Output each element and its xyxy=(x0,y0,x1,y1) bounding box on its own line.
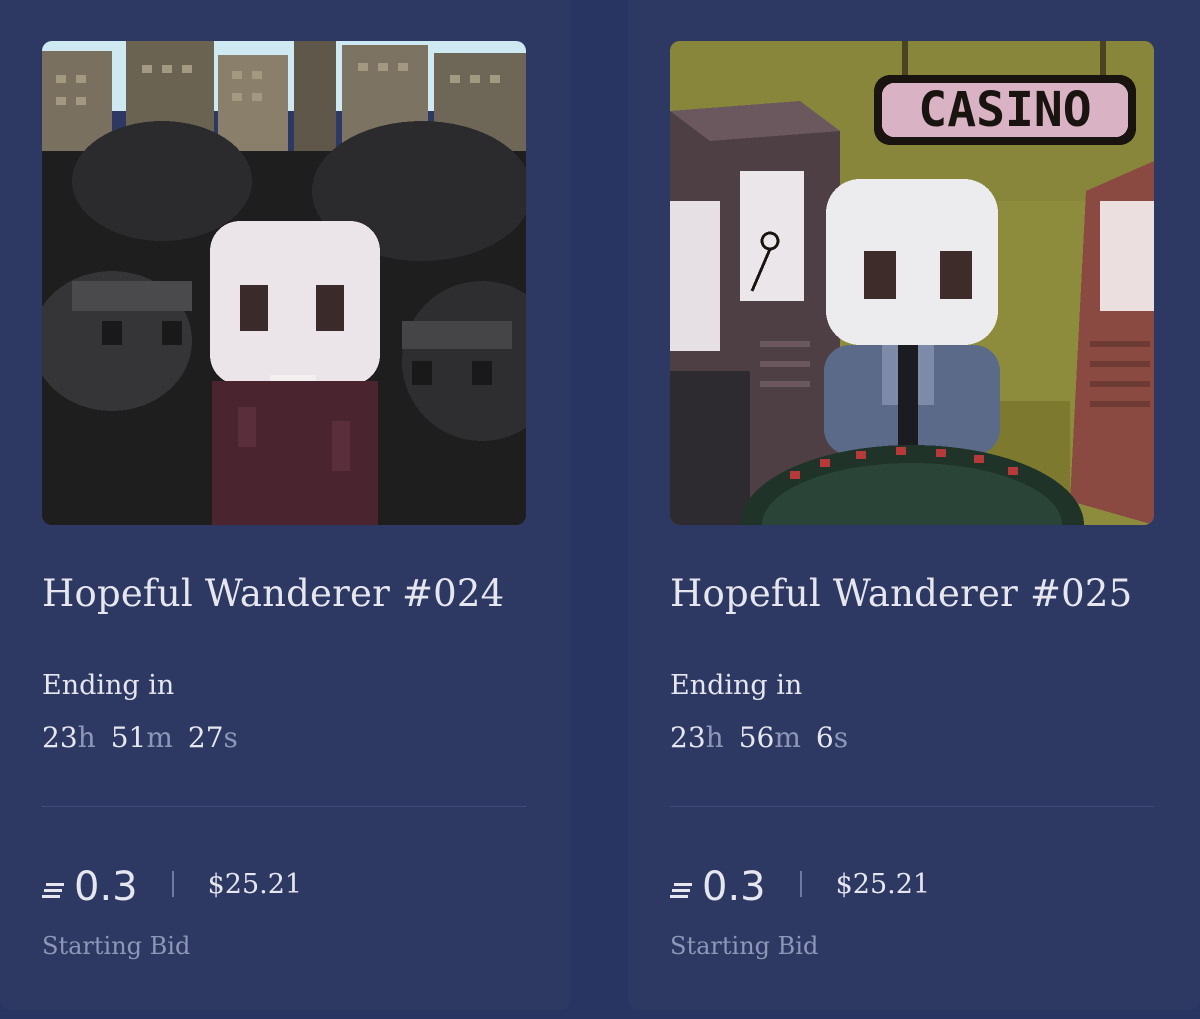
ending-label: Ending in xyxy=(670,670,803,701)
countdown-minutes-unit: m xyxy=(146,721,173,754)
nft-card[interactable]: Hopeful Wanderer #024 Ending in 23h 51m 27… xyxy=(0,0,570,1010)
divider xyxy=(670,806,1154,807)
countdown-hours: 23 xyxy=(42,721,78,754)
countdown-seconds-unit: s xyxy=(833,721,849,754)
nft-title[interactable]: Hopeful Wanderer #025 xyxy=(670,572,1132,615)
starting-bid-label: Starting Bid xyxy=(42,932,191,960)
countdown-minutes-unit: m xyxy=(774,721,801,754)
nft-title[interactable]: Hopeful Wanderer #024 xyxy=(42,572,504,615)
countdown-seconds: 6 xyxy=(815,721,834,754)
price-eth: 0.3 xyxy=(702,864,766,910)
price-usd: $25.21 xyxy=(207,868,303,900)
nft-artwork-image: CASINO xyxy=(670,41,1154,525)
nft-artwork[interactable]: CASINO xyxy=(670,41,1154,525)
auction-grid: Hopeful Wanderer #024 Ending in 23h 51m 27… xyxy=(0,0,1200,1019)
countdown-hours: 23 xyxy=(670,721,706,754)
price-row: 0.3 $25.21 xyxy=(42,862,302,912)
eth-icon xyxy=(42,883,64,898)
price-eth: 0.3 xyxy=(74,864,138,910)
starting-bid-label: Starting Bid xyxy=(670,932,819,960)
price-row: 0.3 $25.21 xyxy=(670,862,930,912)
countdown-hours-unit: h xyxy=(77,721,96,754)
price-separator xyxy=(799,871,802,897)
countdown-seconds-unit: s xyxy=(223,721,238,754)
countdown-minutes: 51 xyxy=(110,721,147,754)
eth-icon xyxy=(670,883,692,898)
divider xyxy=(42,806,526,807)
ending-label: Ending in xyxy=(42,670,175,701)
casino-sign-text: CASINO xyxy=(918,82,1091,138)
countdown-hours-unit: h xyxy=(705,721,724,754)
countdown-minutes: 56 xyxy=(738,721,775,754)
price-separator xyxy=(171,871,174,897)
nft-artwork-image xyxy=(42,41,526,525)
nft-card[interactable]: CASINO Hopeful Wanderer #025 Ending in 2… xyxy=(628,0,1200,1010)
countdown-timer: 23h 56m 6s xyxy=(670,721,848,754)
nft-artwork[interactable] xyxy=(42,41,526,525)
countdown-timer: 23h 51m 27s xyxy=(42,721,238,754)
countdown-seconds: 27 xyxy=(187,721,224,754)
price-usd: $25.21 xyxy=(835,868,931,900)
